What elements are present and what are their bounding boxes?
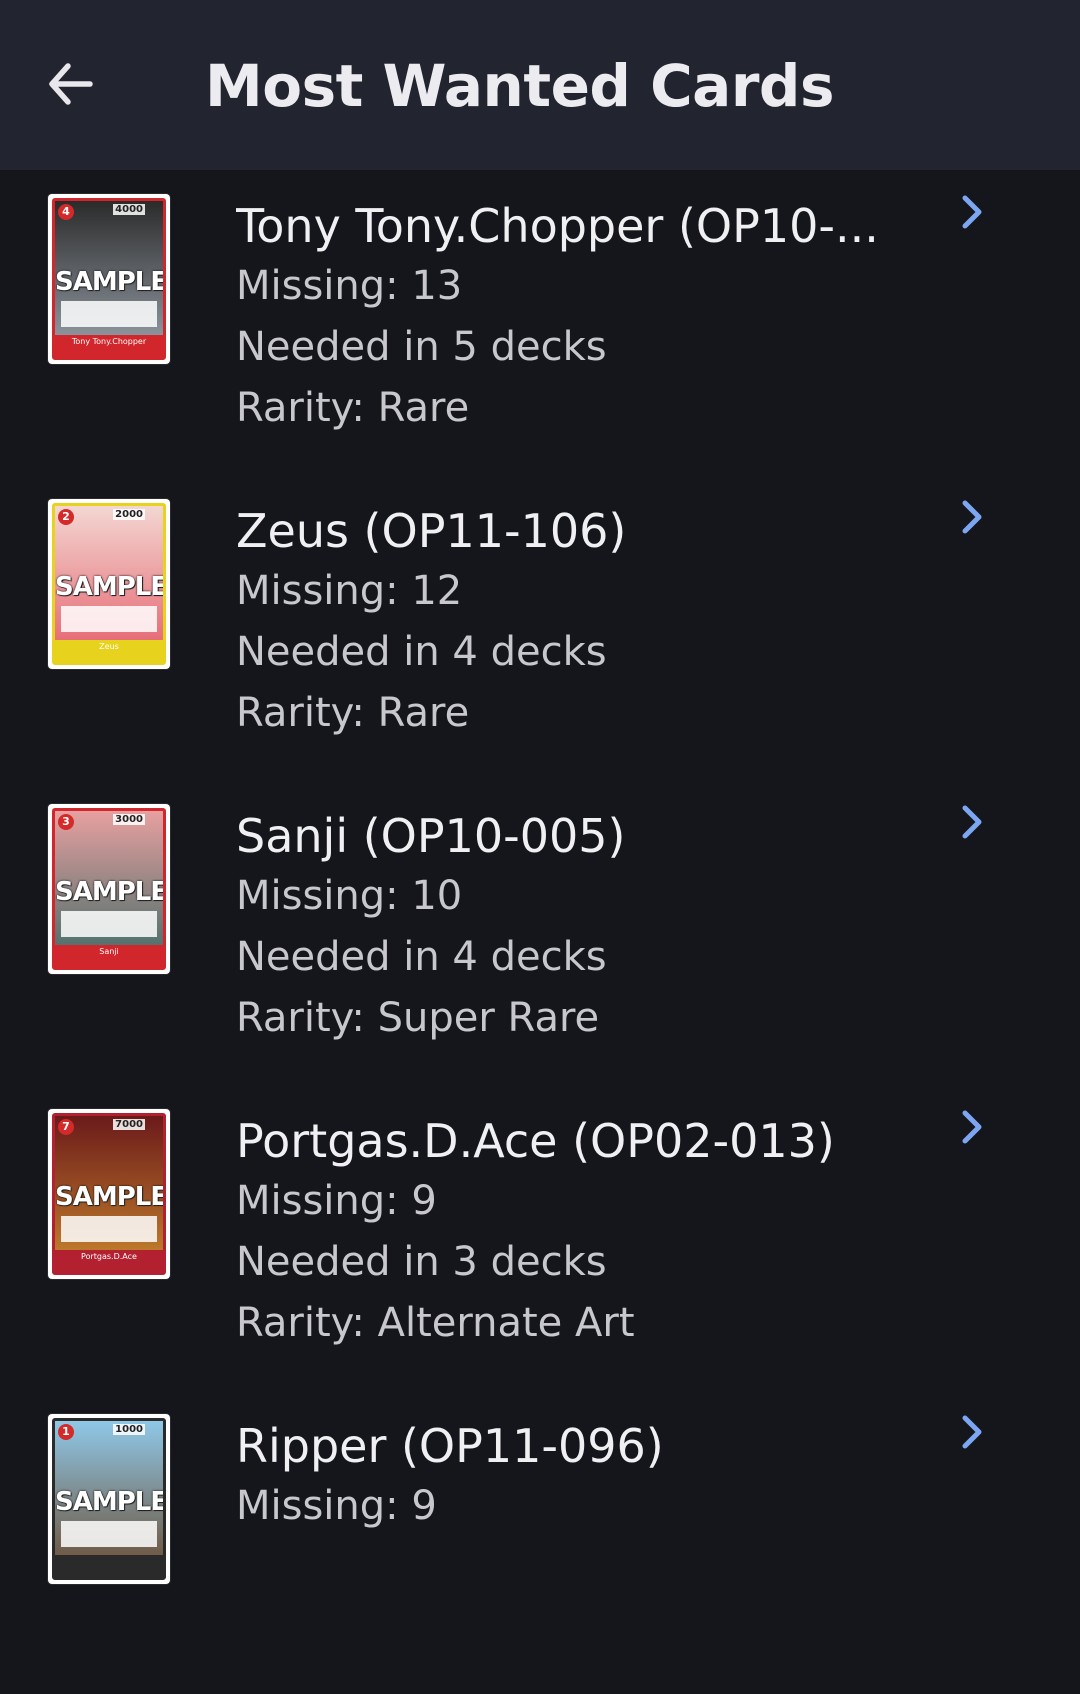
card-power: 1000 bbox=[113, 1424, 145, 1435]
app-bar: Most Wanted Cards bbox=[0, 0, 1080, 170]
rarity: Rarity: Rare bbox=[236, 385, 470, 431]
rarity: Rarity: Alternate Art bbox=[236, 1300, 635, 1346]
decks-needed: Needed in 4 decks bbox=[236, 629, 607, 675]
card-name-bar: Portgas.D.Ace bbox=[55, 1250, 163, 1272]
sample-watermark: SAMPLE bbox=[55, 877, 166, 907]
card-info: Sanji (OP10-005) Missing: 10 Needed in 4… bbox=[236, 806, 936, 1049]
card-power: 4000 bbox=[113, 204, 145, 215]
card-info: Ripper (OP11-096) Missing: 9 bbox=[236, 1416, 936, 1659]
card-name: Portgas.D.Ace (OP02-013) bbox=[236, 1114, 835, 1168]
card-cost: 1 bbox=[58, 1424, 74, 1440]
card-name: Zeus (OP11-106) bbox=[236, 504, 627, 558]
card-effect-box bbox=[61, 1521, 157, 1547]
card-name-bar bbox=[55, 1555, 163, 1577]
chevron-right-icon[interactable] bbox=[950, 1105, 994, 1149]
card-effect-box bbox=[61, 911, 157, 937]
decks-needed: Needed in 4 decks bbox=[236, 934, 607, 980]
card-cost: 2 bbox=[58, 509, 74, 525]
rarity: Rarity: Super Rare bbox=[236, 995, 600, 1041]
missing-count: Missing: 9 bbox=[236, 1178, 437, 1224]
missing-count: Missing: 13 bbox=[236, 263, 463, 309]
sample-watermark: SAMPLE bbox=[55, 1182, 166, 1212]
chevron-right-icon[interactable] bbox=[950, 800, 994, 844]
card-thumbnail: 3 3000 SAMPLE Sanji bbox=[48, 804, 170, 974]
card-art: 3 3000 SAMPLE Sanji bbox=[52, 808, 166, 970]
card-art: 2 2000 SAMPLE Zeus bbox=[52, 503, 166, 665]
list-item[interactable]: 7 7000 SAMPLE Portgas.D.Ace Portgas.D.Ac… bbox=[0, 1085, 1080, 1389]
decks-needed bbox=[236, 1537, 936, 1598]
card-art: 4 4000 SAMPLE Tony Tony.Chopper bbox=[52, 198, 166, 360]
card-cost: 7 bbox=[58, 1119, 74, 1135]
card-power: 2000 bbox=[113, 509, 145, 520]
card-thumbnail: 1 1000 SAMPLE bbox=[48, 1414, 170, 1584]
missing-count: Missing: 9 bbox=[236, 1483, 437, 1529]
list-item[interactable]: 4 4000 SAMPLE Tony Tony.Chopper Tony Ton… bbox=[0, 170, 1080, 474]
sample-watermark: SAMPLE bbox=[55, 267, 166, 297]
card-thumbnail: 4 4000 SAMPLE Tony Tony.Chopper bbox=[48, 194, 170, 364]
card-art: 7 7000 SAMPLE Portgas.D.Ace bbox=[52, 1113, 166, 1275]
card-name-bar: Tony Tony.Chopper bbox=[55, 335, 163, 357]
card-power: 3000 bbox=[113, 814, 145, 825]
card-info: Tony Tony.Chopper (OP10-... Missing: 13 … bbox=[236, 196, 936, 439]
chevron-right-icon[interactable] bbox=[950, 1410, 994, 1454]
card-cost: 3 bbox=[58, 814, 74, 830]
list-item[interactable]: 3 3000 SAMPLE Sanji Sanji (OP10-005) Mis… bbox=[0, 780, 1080, 1084]
chevron-right-icon[interactable] bbox=[950, 495, 994, 539]
card-effect-box bbox=[61, 1216, 157, 1242]
arrow-left-icon bbox=[49, 63, 93, 105]
card-name-bar: Zeus bbox=[55, 640, 163, 662]
card-thumbnail: 7 7000 SAMPLE Portgas.D.Ace bbox=[48, 1109, 170, 1279]
missing-count: Missing: 12 bbox=[236, 568, 463, 614]
card-effect-box bbox=[61, 606, 157, 632]
card-effect-box bbox=[61, 301, 157, 327]
page-title: Most Wanted Cards bbox=[205, 52, 834, 120]
card-name: Tony Tony.Chopper (OP10-... bbox=[236, 199, 879, 253]
card-name: Sanji (OP10-005) bbox=[236, 809, 626, 863]
card-cost: 4 bbox=[58, 204, 74, 220]
decks-needed: Needed in 5 decks bbox=[236, 324, 607, 370]
decks-needed: Needed in 3 decks bbox=[236, 1239, 607, 1285]
card-info: Zeus (OP11-106) Missing: 12 Needed in 4 … bbox=[236, 501, 936, 744]
rarity bbox=[236, 1598, 936, 1659]
chevron-right-icon[interactable] bbox=[950, 190, 994, 234]
card-thumbnail: 2 2000 SAMPLE Zeus bbox=[48, 499, 170, 669]
card-name-bar: Sanji bbox=[55, 945, 163, 967]
card-power: 7000 bbox=[113, 1119, 145, 1130]
card-info: Portgas.D.Ace (OP02-013) Missing: 9 Need… bbox=[236, 1111, 936, 1354]
sample-watermark: SAMPLE bbox=[55, 572, 166, 602]
missing-count: Missing: 10 bbox=[236, 873, 463, 919]
list-item[interactable]: 2 2000 SAMPLE Zeus Zeus (OP11-106) Missi… bbox=[0, 475, 1080, 779]
sample-watermark: SAMPLE bbox=[55, 1487, 166, 1517]
rarity: Rarity: Rare bbox=[236, 690, 470, 736]
card-art: 1 1000 SAMPLE bbox=[52, 1418, 166, 1580]
back-button[interactable] bbox=[38, 52, 102, 116]
card-name: Ripper (OP11-096) bbox=[236, 1419, 664, 1473]
list-item[interactable]: 1 1000 SAMPLE Ripper (OP11-096) Missing:… bbox=[0, 1390, 1080, 1694]
